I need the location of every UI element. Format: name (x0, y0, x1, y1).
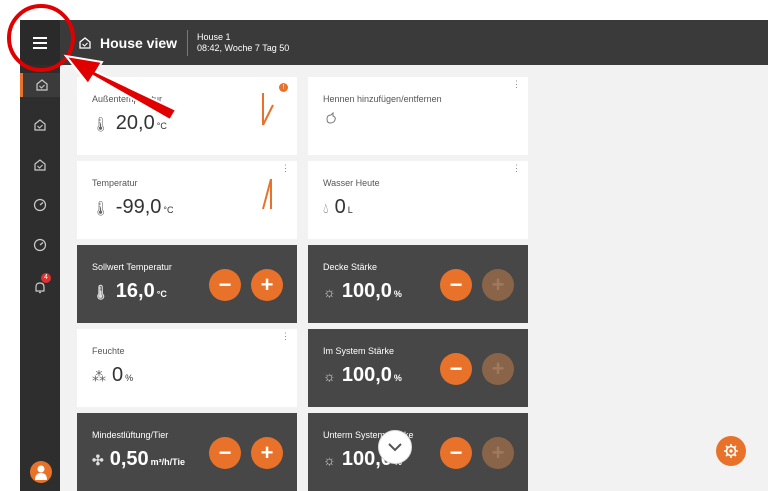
header-divider (187, 29, 189, 56)
increase-button[interactable]: + (251, 269, 283, 301)
app-window: House view House 1 08:42, Woche 7 Tag 50… (20, 20, 768, 491)
tile-value: ⁂ 0 % (92, 364, 133, 387)
tile-temperature[interactable]: Temperatur 🌡︎ -99,0 °C ⋮ (77, 161, 297, 239)
light-bulb-icon: ☼ (323, 368, 336, 384)
value-number: 20,0 (115, 112, 155, 134)
decrease-button[interactable]: − (440, 437, 472, 469)
value-unit: m³/h/Tie (150, 457, 186, 467)
house-icon (35, 79, 48, 91)
sidebar-item-alarms[interactable]: 4 (20, 273, 60, 299)
sidebar-item-house-2[interactable] (20, 113, 60, 137)
gear-icon (724, 444, 738, 458)
tile-ceiling-light: Decke Stärke ☼ 100,0 % − + (308, 245, 528, 323)
alarm-count-badge: 4 (41, 273, 51, 283)
thermometer-icon: 🌡︎ (92, 284, 110, 300)
sidebar: 4 (20, 65, 60, 491)
tile-value: ☼ 100,0 % (323, 280, 402, 303)
tile-water-today[interactable]: Wasser Heute 💧︎ 0 L ⋮ (308, 161, 528, 239)
value-unit: °C (156, 289, 167, 299)
value-number: 0 (112, 364, 124, 386)
tile-value: 🌡︎ 16,0 °C (92, 280, 167, 303)
tile-label: Temperatur (92, 178, 138, 188)
house-icon (34, 119, 46, 131)
hen-icon (326, 112, 336, 124)
tile-humidity[interactable]: Feuchte ⁂ 0 % ⋮ (77, 329, 297, 407)
tile-min-ventilation: Mindestlüftung/Tier ✣ 0,50 m³/h/Tie − + (77, 413, 297, 491)
sidebar-item-gauge-2[interactable] (20, 233, 60, 257)
value-number: 100,0 (341, 280, 392, 302)
top-bar: House view House 1 08:42, Woche 7 Tag 50 (20, 20, 768, 65)
water-drop-icon: 💧︎ (323, 200, 329, 216)
time-info: 08:42, Woche 7 Tag 50 (197, 42, 290, 53)
tile-under-system-light: Unterm System Stärke ☼ 100,0 % − + (308, 413, 528, 491)
hamburger-icon (33, 36, 47, 49)
tile-value: 💧︎ 0 L (323, 196, 353, 219)
value-number: 0,50 (109, 448, 149, 470)
value-number: 100,0 (341, 364, 392, 386)
tile-label: Mindestlüftung/Tier (92, 430, 169, 440)
gauge-icon (33, 238, 47, 252)
chevron-down-icon (388, 443, 402, 452)
scroll-down-button[interactable] (378, 430, 412, 464)
thermometer-icon: 🌡︎ (92, 116, 110, 132)
value-number: 0 (334, 196, 346, 218)
page-title: House view (100, 34, 178, 51)
tile-value: 🌡︎ 20,0 °C (92, 112, 167, 135)
more-options-icon[interactable]: ⋮ (512, 80, 521, 89)
value-unit: °C (163, 205, 174, 215)
house-info: House 1 08:42, Woche 7 Tag 50 (197, 32, 289, 54)
tile-label: Hennen hinzufügen/entfernen (323, 94, 442, 104)
thermometer-icon: 🌡︎ (92, 200, 110, 216)
house-icon (79, 36, 91, 49)
tile-label: Feuchte (92, 346, 125, 356)
tile-in-system-light: Im System Stärke ☼ 100,0 % − + (308, 329, 528, 407)
trend-chart-icon (262, 93, 274, 126)
more-options-icon[interactable]: ⋮ (281, 332, 290, 341)
tile-label: Sollwert Temperatur (92, 262, 172, 272)
increase-button[interactable]: + (482, 437, 514, 469)
tile-outside-temperature[interactable]: Außentemperatur 🌡︎ 20,0 °C ! (77, 77, 297, 155)
value-number: 16,0 (115, 280, 155, 302)
farmer-avatar-icon[interactable] (30, 461, 52, 483)
value-unit: % (393, 289, 402, 299)
value-unit: % (125, 373, 134, 383)
tile-hens[interactable]: Hennen hinzufügen/entfernen ⋮ (308, 77, 528, 155)
decrease-button[interactable]: − (209, 269, 241, 301)
value-unit: % (393, 373, 402, 383)
fan-icon: ✣ (92, 452, 104, 468)
tile-label: Außentemperatur (92, 94, 163, 104)
trend-chart-icon (262, 178, 272, 210)
decrease-button[interactable]: − (440, 269, 472, 301)
light-bulb-icon: ☼ (323, 284, 336, 300)
tile-value: ✣ 0,50 m³/h/Tie (92, 448, 185, 471)
tile-label: Im System Stärke (323, 346, 395, 356)
decrease-button[interactable]: − (440, 353, 472, 385)
menu-button[interactable] (20, 20, 60, 65)
sidebar-item-house-1[interactable] (20, 73, 60, 97)
value-unit: °C (156, 121, 167, 131)
more-options-icon[interactable]: ⋮ (281, 164, 290, 173)
gauge-icon (33, 198, 47, 212)
warning-badge: ! (279, 83, 288, 92)
sidebar-item-house-3[interactable] (20, 153, 60, 177)
light-bulb-icon: ☼ (323, 452, 336, 468)
settings-fab-button[interactable] (716, 436, 746, 466)
increase-button[interactable]: + (482, 269, 514, 301)
tile-label: Decke Stärke (323, 262, 378, 272)
value-unit: L (347, 205, 353, 215)
tile-label: Wasser Heute (323, 178, 380, 188)
increase-button[interactable]: + (251, 437, 283, 469)
tile-value: ☼ 100,0 % (323, 364, 402, 387)
value-number: -99,0 (115, 196, 162, 218)
sidebar-item-gauge-1[interactable] (20, 193, 60, 217)
house-icon (34, 159, 46, 171)
house-name: House 1 (197, 31, 231, 42)
decrease-button[interactable]: − (209, 437, 241, 469)
more-options-icon[interactable]: ⋮ (512, 164, 521, 173)
tile-value: 🌡︎ -99,0 °C (92, 196, 173, 219)
increase-button[interactable]: + (482, 353, 514, 385)
tile-setpoint-temperature: Sollwert Temperatur 🌡︎ 16,0 °C − + (77, 245, 297, 323)
humidity-icon: ⁂ (92, 368, 106, 384)
